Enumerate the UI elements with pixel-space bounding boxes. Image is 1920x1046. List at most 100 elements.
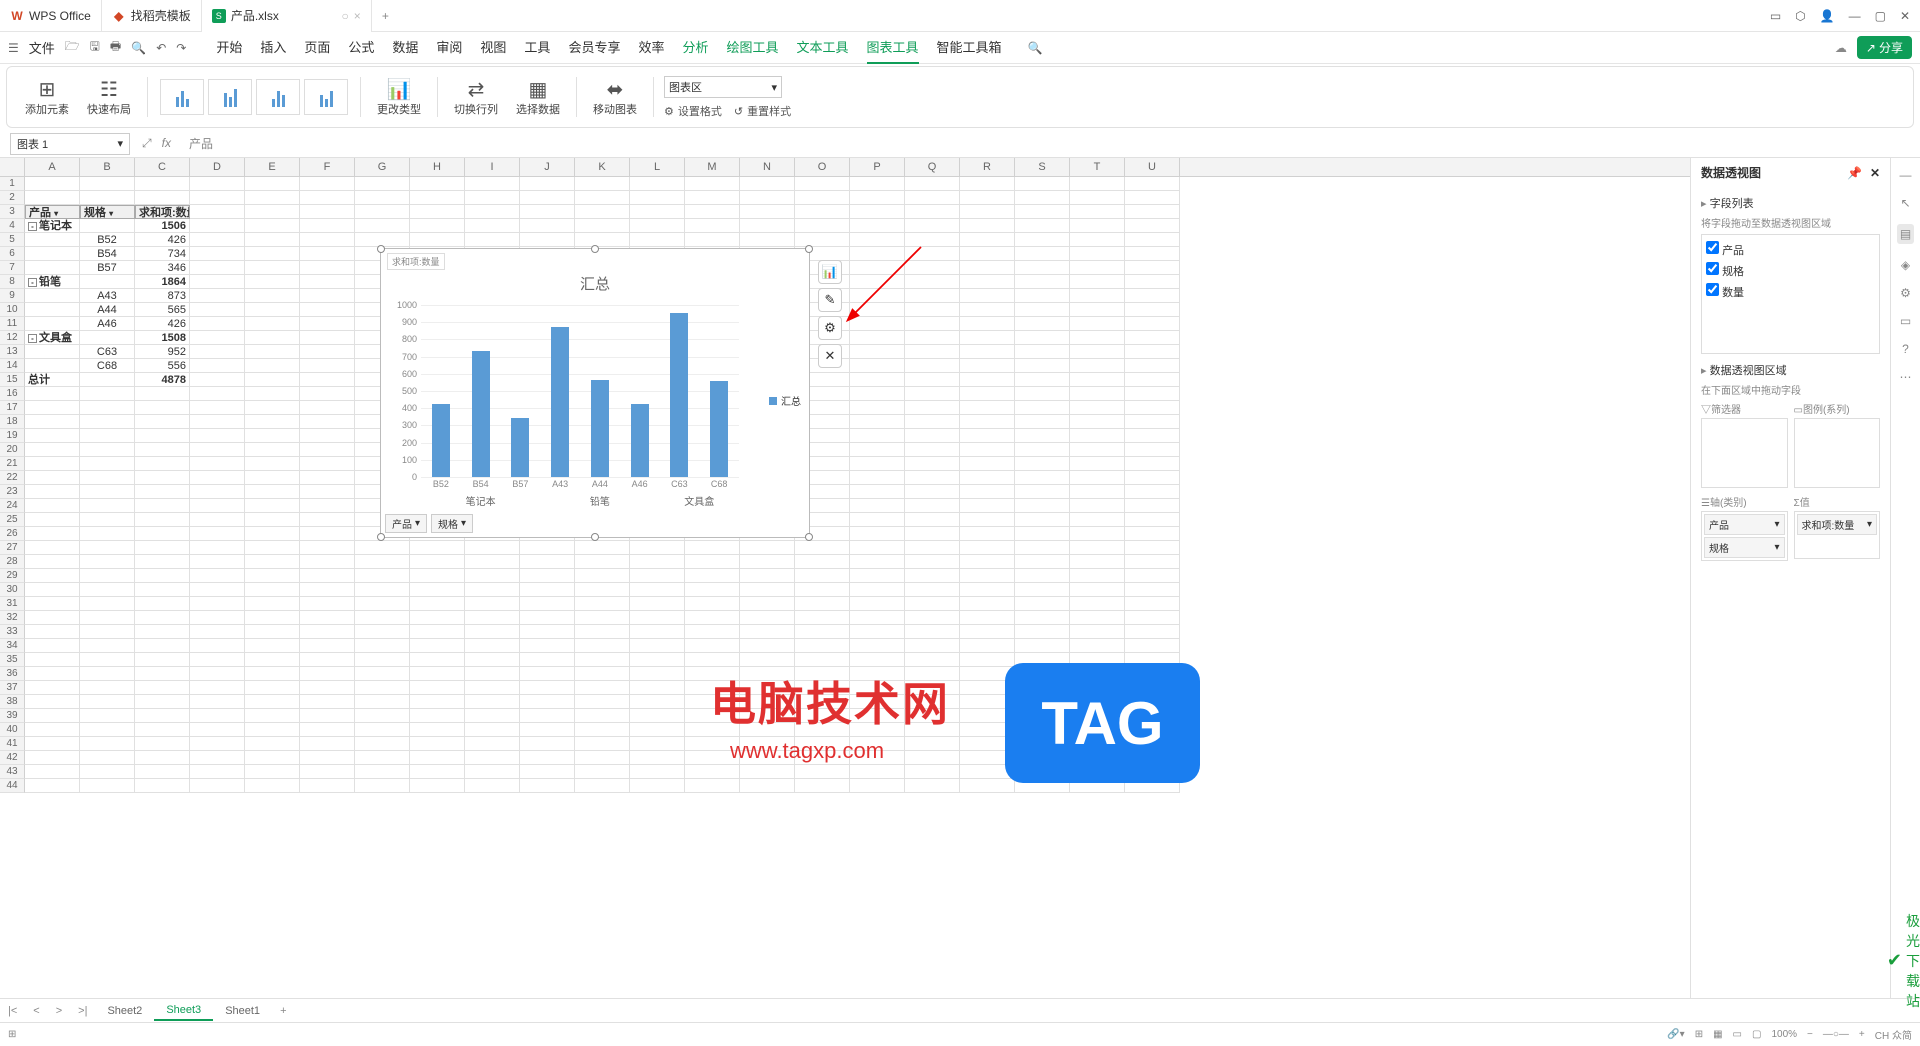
col-header[interactable]: F: [300, 158, 355, 176]
tab-insert[interactable]: 插入: [260, 31, 286, 64]
cell[interactable]: [190, 723, 245, 737]
cell[interactable]: [245, 233, 300, 247]
chart-template-3[interactable]: [256, 79, 300, 115]
cell[interactable]: [245, 765, 300, 779]
cell[interactable]: [1070, 233, 1125, 247]
cell[interactable]: [795, 541, 850, 555]
cell[interactable]: [300, 373, 355, 387]
cell[interactable]: [25, 401, 80, 415]
cell[interactable]: [1070, 513, 1125, 527]
cell[interactable]: [630, 625, 685, 639]
cell[interactable]: [520, 191, 575, 205]
cell[interactable]: [1015, 597, 1070, 611]
cell[interactable]: [795, 639, 850, 653]
cell[interactable]: [1125, 233, 1180, 247]
cell[interactable]: [740, 597, 795, 611]
cell[interactable]: [575, 695, 630, 709]
cell[interactable]: [25, 261, 80, 275]
cell[interactable]: [850, 695, 905, 709]
cell[interactable]: [905, 247, 960, 261]
row-header[interactable]: 12: [0, 331, 25, 345]
chart-bar[interactable]: [591, 380, 609, 477]
cell[interactable]: [1070, 597, 1125, 611]
cell[interactable]: 规格 ▾: [80, 205, 135, 219]
cell[interactable]: [850, 317, 905, 331]
cell[interactable]: [465, 779, 520, 793]
cell[interactable]: [190, 583, 245, 597]
cell[interactable]: [135, 569, 190, 583]
field-item[interactable]: 规格: [1706, 260, 1875, 281]
cell[interactable]: [1015, 261, 1070, 275]
cell[interactable]: [300, 555, 355, 569]
cell[interactable]: [190, 289, 245, 303]
cell[interactable]: [300, 429, 355, 443]
cell[interactable]: [960, 205, 1015, 219]
cell[interactable]: [630, 667, 685, 681]
cell[interactable]: [850, 737, 905, 751]
cell[interactable]: [960, 709, 1015, 723]
cell[interactable]: [905, 359, 960, 373]
cell[interactable]: [135, 611, 190, 625]
cell[interactable]: [465, 597, 520, 611]
cell[interactable]: [245, 709, 300, 723]
cell[interactable]: [1125, 373, 1180, 387]
cell[interactable]: [1015, 205, 1070, 219]
cell[interactable]: [905, 317, 960, 331]
col-header[interactable]: T: [1070, 158, 1125, 176]
axis-area[interactable]: 产品▾ 规格▾: [1701, 511, 1788, 561]
cell[interactable]: [25, 709, 80, 723]
cell[interactable]: [190, 303, 245, 317]
cell[interactable]: [960, 191, 1015, 205]
cell[interactable]: [1070, 275, 1125, 289]
cell[interactable]: [850, 387, 905, 401]
cell[interactable]: [135, 555, 190, 569]
col-header[interactable]: S: [1015, 158, 1070, 176]
sheet-tab[interactable]: Sheet1: [213, 1002, 272, 1020]
cell[interactable]: [1015, 387, 1070, 401]
cell[interactable]: [245, 359, 300, 373]
cell[interactable]: C63: [80, 345, 135, 359]
axis-item[interactable]: 产品▾: [1704, 514, 1785, 535]
cell[interactable]: [80, 695, 135, 709]
cell[interactable]: [465, 233, 520, 247]
row-header[interactable]: 43: [0, 765, 25, 779]
cell[interactable]: [630, 709, 685, 723]
print-icon[interactable]: 🖶: [110, 37, 121, 58]
cell[interactable]: [135, 681, 190, 695]
cell[interactable]: [25, 639, 80, 653]
cell[interactable]: [1125, 583, 1180, 597]
cell[interactable]: [520, 681, 575, 695]
cell[interactable]: [465, 737, 520, 751]
cell[interactable]: [1015, 499, 1070, 513]
cell[interactable]: [300, 261, 355, 275]
col-header[interactable]: J: [520, 158, 575, 176]
cell[interactable]: [850, 345, 905, 359]
cell[interactable]: [1070, 737, 1125, 751]
cell[interactable]: [960, 625, 1015, 639]
cell[interactable]: [1125, 247, 1180, 261]
cell[interactable]: [575, 765, 630, 779]
cell[interactable]: [850, 639, 905, 653]
cell[interactable]: 346: [135, 261, 190, 275]
chart-filter-spec[interactable]: 规格▾: [431, 514, 473, 533]
cell[interactable]: [135, 499, 190, 513]
add-tab-button[interactable]: +: [372, 9, 399, 23]
cell[interactable]: [25, 289, 80, 303]
cell[interactable]: [190, 499, 245, 513]
cell[interactable]: [575, 667, 630, 681]
close-panel-icon[interactable]: ✕: [1870, 166, 1880, 180]
cell[interactable]: [630, 177, 685, 191]
set-format-button[interactable]: ⚙设置格式: [664, 104, 722, 118]
cell[interactable]: [190, 639, 245, 653]
cell[interactable]: [905, 751, 960, 765]
cell[interactable]: [1070, 471, 1125, 485]
cell[interactable]: [245, 289, 300, 303]
chart-template-2[interactable]: [208, 79, 252, 115]
cell[interactable]: [1125, 317, 1180, 331]
cell[interactable]: [960, 415, 1015, 429]
open-icon[interactable]: 🗁: [65, 37, 80, 58]
cell[interactable]: 426: [135, 233, 190, 247]
cell[interactable]: [245, 485, 300, 499]
cell[interactable]: [1070, 303, 1125, 317]
cell[interactable]: [850, 359, 905, 373]
